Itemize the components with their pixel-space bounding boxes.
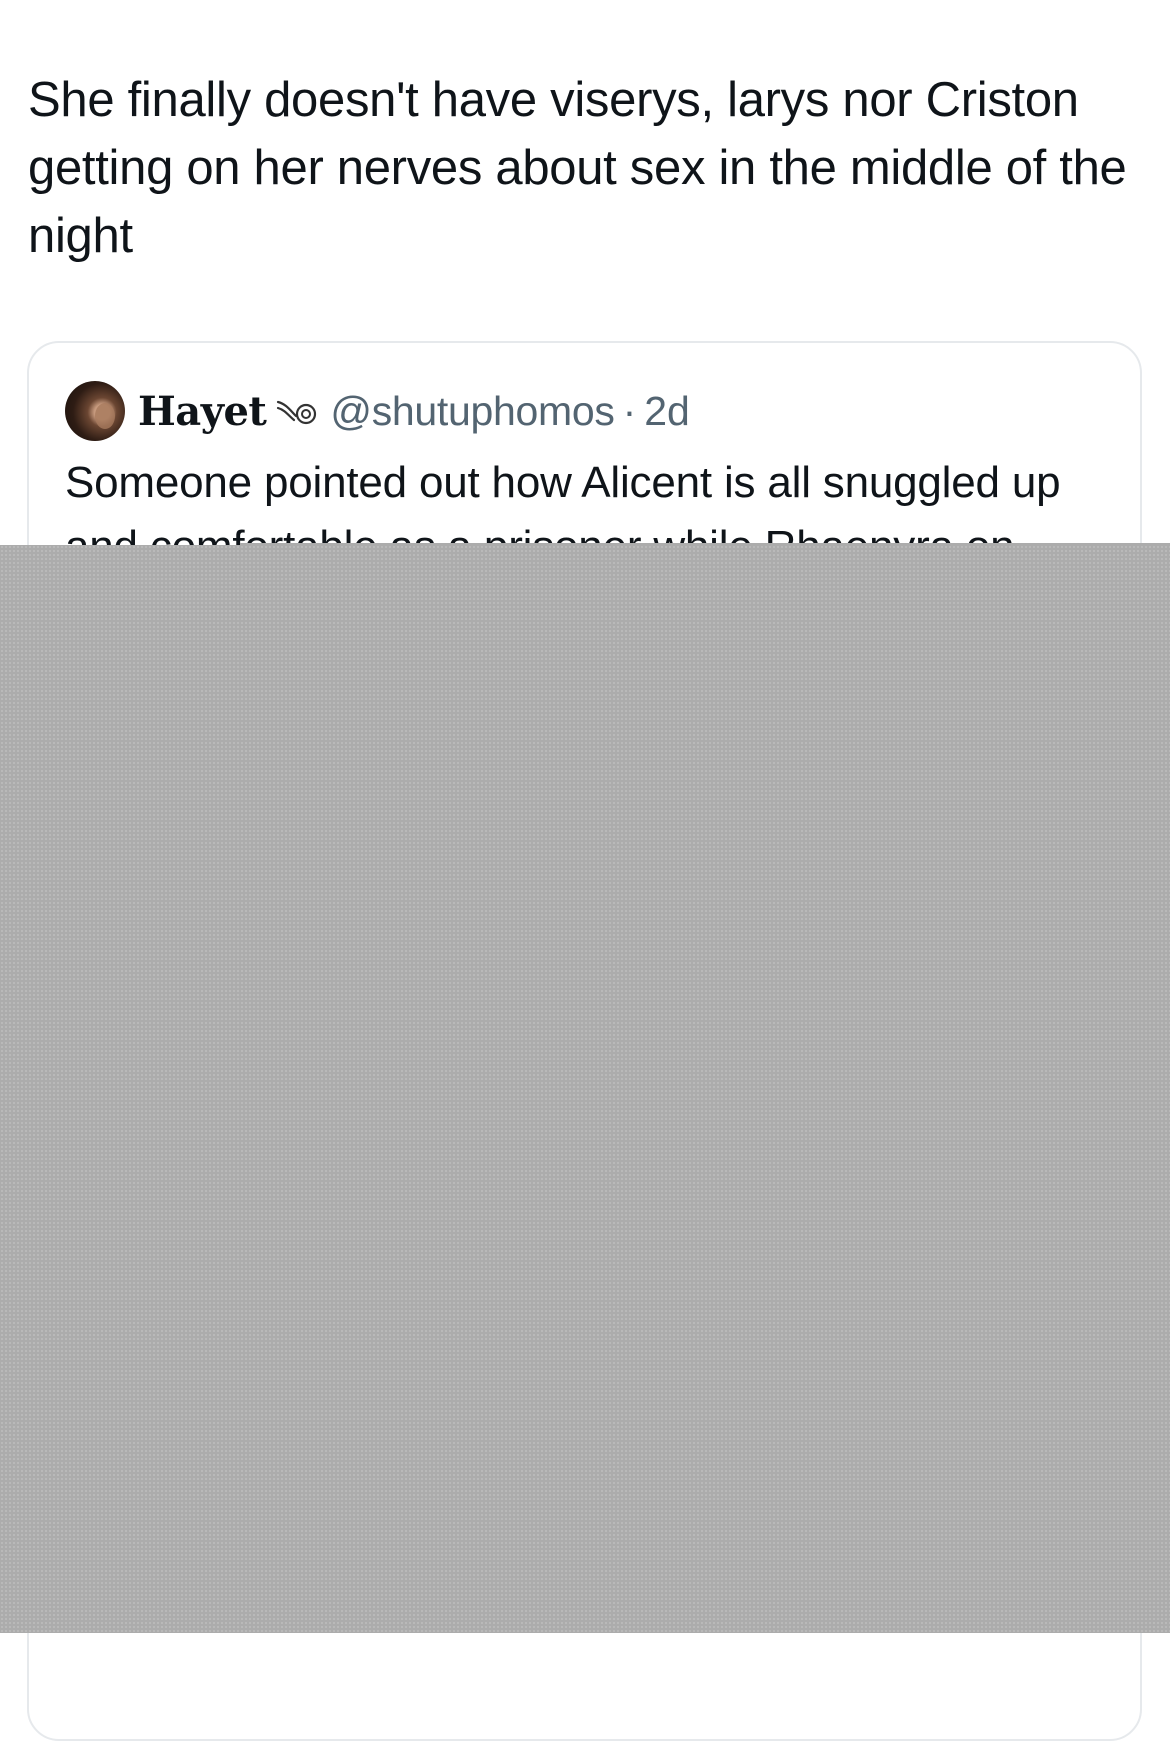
quoted-tweet-header: Hayet @shutuphomos · 2d — [65, 381, 690, 441]
redaction-block — [0, 545, 1170, 1633]
timestamp[interactable]: 2d — [644, 388, 690, 435]
user-handle[interactable]: @shutuphomos — [330, 388, 614, 435]
swirl-emoji-icon — [277, 400, 317, 425]
display-name[interactable]: Hayet — [138, 388, 267, 435]
separator-dot: · — [622, 387, 637, 434]
avatar[interactable] — [65, 381, 125, 441]
tweet-text: She finally doesn't have viserys, larys … — [28, 73, 1127, 263]
